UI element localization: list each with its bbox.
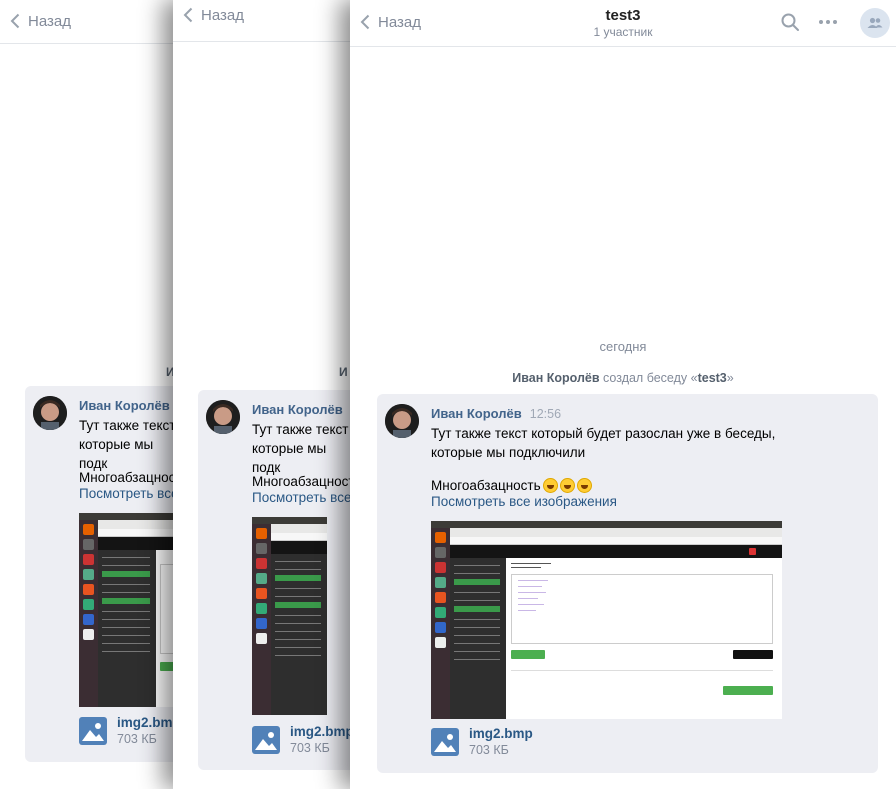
view-all-images-link[interactable]: Посмотреть все изображения — [431, 494, 617, 509]
message-paragraph-2: Многоабзацность — [431, 476, 592, 495]
file-size: 703 КБ — [117, 732, 157, 746]
image-attachment-thumbnail[interactable] — [431, 521, 782, 719]
file-size: 703 КБ — [290, 741, 330, 755]
file-attachment[interactable]: img2.bmp 703 КБ — [79, 714, 181, 747]
message-paragraph-2: Многоабзацность — [252, 474, 362, 489]
back-label: Назад — [28, 12, 71, 30]
chevron-left-icon — [183, 7, 193, 23]
file-attachment[interactable]: img2.bmp 703 КБ — [252, 723, 354, 756]
file-name: img2.bmp — [117, 715, 181, 730]
image-file-icon — [79, 717, 107, 745]
message-author[interactable]: Иван Королёв 12:56 — [431, 406, 561, 421]
group-members-icon — [867, 17, 883, 28]
back-label: Назад — [201, 6, 244, 24]
more-horizontal-icon — [819, 20, 837, 24]
chat-title[interactable]: test3 — [350, 7, 896, 24]
service-message: Иван Королёв создал беседу «test3» — [512, 371, 734, 385]
more-button[interactable] — [816, 10, 840, 34]
grin-emoji-icon — [559, 478, 575, 493]
message-time: 12:56 — [529, 407, 562, 421]
search-button[interactable] — [778, 10, 802, 34]
avatar[interactable] — [33, 396, 67, 430]
top-bar: Назад test3 1 участник — [350, 0, 896, 47]
service-chat-name: test3 — [697, 371, 727, 385]
grin-emoji-icon — [542, 478, 558, 493]
image-attachment-thumbnail[interactable] — [252, 517, 327, 715]
file-name: img2.bmp — [290, 724, 354, 739]
service-author[interactable]: Иван Королёв — [512, 371, 599, 385]
chat-view-front-layer: Назад test3 1 участник сегодня Иван Коро… — [350, 0, 896, 789]
view-all-images-link[interactable]: Посмотреть все — [252, 490, 351, 505]
file-name: img2.bmp — [469, 726, 533, 741]
message-author[interactable]: Иван Королёв — [79, 398, 170, 413]
service-message-fragment: И — [339, 365, 348, 379]
message-bubble: Иван Королёв 12:56 Тут также текст которы… — [377, 394, 878, 773]
message-text: Тут также текст который будет разослан у… — [431, 426, 776, 460]
back-button[interactable]: Назад — [10, 9, 71, 33]
chat-members-button[interactable] — [860, 8, 890, 38]
message-author[interactable]: Иван Королёв — [252, 402, 343, 417]
avatar[interactable] — [385, 404, 419, 438]
date-separator: сегодня — [599, 339, 647, 354]
view-all-images-link[interactable]: Посмотреть все — [79, 486, 178, 501]
avatar[interactable] — [206, 400, 240, 434]
back-button[interactable]: Назад — [183, 3, 244, 27]
message-text: Тут также текст которые мы подк — [252, 422, 349, 475]
image-file-icon — [431, 728, 459, 756]
image-file-icon — [252, 726, 280, 754]
chevron-left-icon — [10, 13, 20, 29]
image-attachment-thumbnail[interactable] — [79, 513, 174, 707]
search-icon — [781, 13, 799, 31]
grin-emoji-icon — [576, 478, 592, 493]
participants-count[interactable]: 1 участник — [350, 25, 896, 39]
file-attachment[interactable]: img2.bmp 703 КБ — [431, 725, 533, 758]
message-text: Тут также текст которые мы подк — [79, 418, 176, 471]
file-size: 703 КБ — [469, 743, 509, 757]
